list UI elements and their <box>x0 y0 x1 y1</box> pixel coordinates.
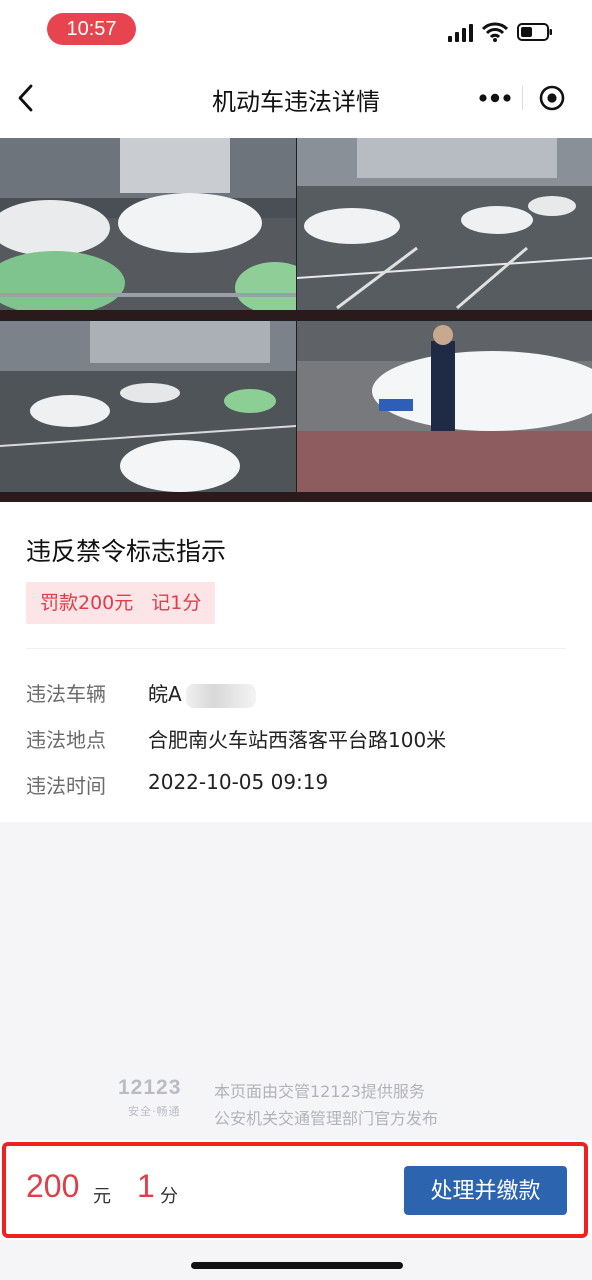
detail-value: 皖A <box>148 678 256 708</box>
status-bar: 10:57 <box>0 0 592 60</box>
plate-prefix: 皖A <box>148 682 182 706</box>
battery-icon <box>517 23 552 41</box>
signal-icon <box>448 24 473 42</box>
highlight-box <box>2 1142 588 1238</box>
status-time: 10:57 <box>47 13 136 45</box>
violation-card: 违反禁令标志指示 罚款200元 记1分 违法车辆 皖A 违法地点 合肥南火车站西落… <box>0 502 592 822</box>
detail-label: 违法车辆 <box>26 682 106 706</box>
branding-line-1: 本页面由交管12123提供服务 <box>214 1082 425 1101</box>
capsule-divider <box>522 86 523 110</box>
12123-logo: 12123 安全·畅通 <box>118 1076 200 1128</box>
detail-label: 违法地点 <box>26 728 106 752</box>
violation-photos[interactable] <box>0 138 592 502</box>
violation-photo-2[interactable] <box>297 138 592 320</box>
detail-label: 违法时间 <box>26 774 106 798</box>
nav-bar: 机动车违法详情 <box>0 60 592 138</box>
detail-value: 2022-10-05 09:19 <box>148 770 329 794</box>
more-dots-icon[interactable] <box>478 88 512 108</box>
detail-value: 合肥南火车站西落客平台路100米 <box>148 728 447 752</box>
logo-tagline: 安全·畅通 <box>128 1105 181 1118</box>
violation-title: 违反禁令标志指示 <box>26 537 227 566</box>
violation-photo-3[interactable] <box>0 321 296 502</box>
penalty-badge: 罚款200元 记1分 <box>26 582 216 624</box>
violation-photo-1[interactable] <box>0 138 296 320</box>
divider <box>26 648 566 649</box>
miniapp-capsule <box>464 78 580 118</box>
branding-text: 本页面由交管12123提供服务 公安机关交通管理部门官方发布 <box>214 1078 438 1132</box>
wifi-icon <box>482 22 508 42</box>
plate-blur-mask <box>185 683 256 708</box>
home-indicator[interactable] <box>191 1262 403 1269</box>
logo-number: 12123 <box>118 1076 182 1099</box>
violation-photo-4[interactable] <box>297 321 592 502</box>
branding-line-2: 公安机关交通管理部门官方发布 <box>214 1109 439 1128</box>
points-text: 记1分 <box>151 592 202 614</box>
fine-amount-text: 罚款200元 <box>40 592 134 614</box>
target-icon[interactable] <box>538 84 566 112</box>
service-branding: 12123 安全·畅通 本页面由交管12123提供服务 公安机关交通管理部门官方… <box>118 1076 478 1132</box>
